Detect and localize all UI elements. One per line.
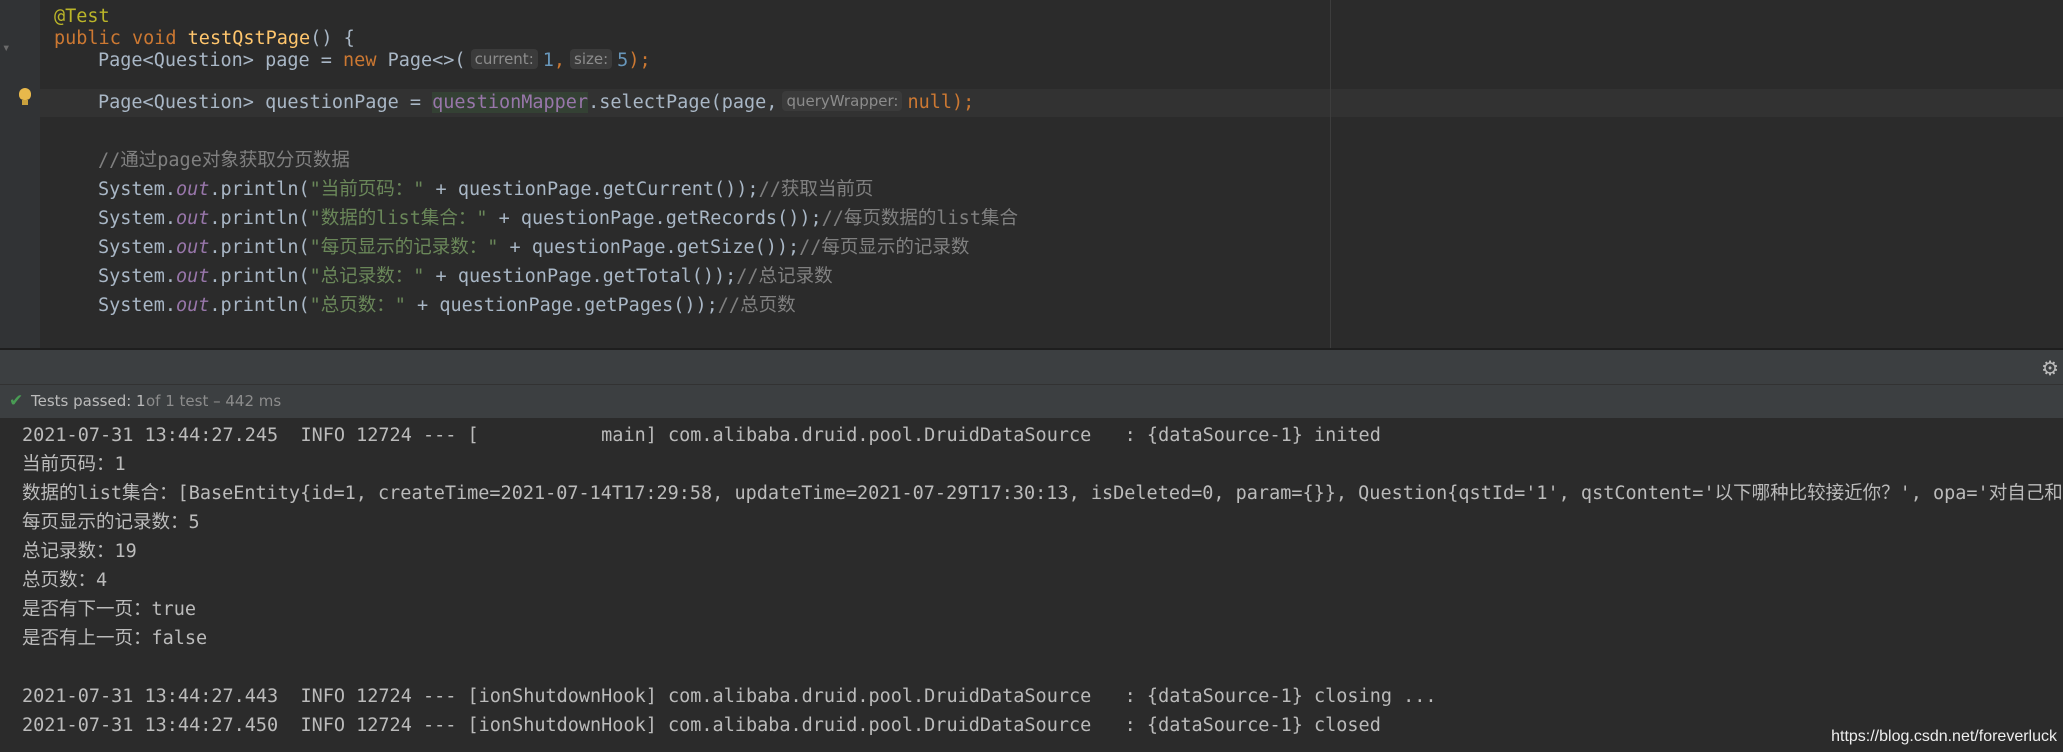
code-comment: //获取当前页	[758, 179, 874, 200]
code-text: .println(	[209, 295, 310, 316]
console-line: 总记录数：19	[22, 541, 137, 562]
code-text: + questionPage.getPages());	[405, 295, 718, 316]
field-out: out	[175, 237, 210, 258]
print-line: System.out.println("数据的list集合：" + questi…	[98, 205, 1018, 233]
run-panel-toolbar: ⚙	[0, 350, 2063, 385]
string-literal: "每页显示的记录数："	[309, 237, 499, 258]
code-text: Page<Question> questionPage =	[98, 92, 433, 113]
code-text: + questionPage.getTotal());	[424, 266, 737, 287]
method-suffix: () {	[310, 28, 355, 49]
print-line: System.out.println("每页显示的记录数：" + questio…	[98, 234, 969, 262]
field-out: out	[175, 208, 210, 229]
method-name: testQstPage	[187, 28, 311, 49]
code-comment: //每页显示的记录数	[799, 237, 970, 258]
console-line: 当前页码：1	[22, 454, 126, 475]
tests-passed-detail: of 1 test – 442 ms	[146, 392, 282, 410]
number-literal: 1	[542, 50, 554, 71]
field-out: out	[175, 266, 210, 287]
gear-icon[interactable]: ⚙	[2041, 356, 2059, 380]
code-text: Page<>(	[376, 50, 466, 71]
code-text: .println(	[209, 237, 310, 258]
console-line: 是否有上一页：false	[22, 628, 208, 649]
keyword-public: public	[54, 28, 121, 49]
code-text: + questionPage.getRecords());	[487, 208, 822, 229]
string-literal: "当前页码："	[309, 179, 425, 200]
code-text: System.	[98, 237, 176, 258]
code-text: .println(	[209, 179, 310, 200]
editor-gutter[interactable]: ▾	[0, 0, 40, 348]
string-literal: "总记录数："	[309, 266, 425, 287]
console-line: 2021-07-31 13:44:27.443 INFO 12724 --- […	[22, 686, 1437, 707]
test-status-bar: ✔ Tests passed: 1 of 1 test – 442 ms	[0, 385, 2063, 419]
code-text: System.	[98, 179, 176, 200]
code-comment: //总页数	[717, 295, 796, 316]
string-literal: "总页数："	[309, 295, 406, 316]
string-literal: "数据的list集合："	[309, 208, 488, 229]
console-line: 2021-07-31 13:44:27.450 INFO 12724 --- […	[22, 715, 1381, 736]
keyword-new: new	[343, 50, 377, 71]
code-comment: //通过page对象获取分页数据	[98, 150, 350, 171]
code-text: .selectPage(page,	[588, 92, 778, 113]
console-line: 总页数：4	[22, 570, 108, 591]
code-text: System.	[98, 208, 176, 229]
print-line: System.out.println("总记录数：" + questionPag…	[98, 263, 833, 291]
console-output[interactable]: 2021-07-31 13:44:27.245 INFO 12724 --- […	[0, 419, 2063, 752]
fold-marker-icon[interactable]: ▾	[2, 40, 10, 56]
code-text: );	[952, 92, 975, 113]
console-line: 每页显示的记录数：5	[22, 512, 200, 533]
code-text: System.	[98, 266, 176, 287]
code-editor[interactable]: ▾ @Test public void testQstPage() { Page…	[0, 0, 2063, 348]
check-icon: ✔	[9, 391, 24, 411]
keyword-void: void	[131, 28, 177, 49]
code-text: .println(	[209, 208, 310, 229]
console-line: 是否有下一页：true	[22, 599, 197, 620]
code-text: + questionPage.getCurrent());	[424, 179, 759, 200]
code-text: System.	[98, 295, 176, 316]
console-line: 数据的list集合：[BaseEntity{id=1, createTime=2…	[22, 483, 2063, 504]
console-line: 2021-07-31 13:44:27.245 INFO 12724 --- […	[22, 425, 1381, 446]
number-literal: 5	[617, 50, 629, 71]
lightbulb-icon[interactable]	[19, 88, 31, 105]
code-text: Page<Question> page =	[98, 50, 344, 71]
code-text: + questionPage.getSize());	[498, 237, 800, 258]
code-line-3: Page<Question> page = new Page<>(current…	[98, 47, 651, 75]
tests-passed-label: Tests passed: 1	[31, 392, 146, 410]
code-text: );	[628, 50, 651, 71]
watermark: https://blog.csdn.net/foreverluck	[1831, 728, 2057, 745]
code-comment: //总记录数	[736, 266, 833, 287]
keyword-null: null	[907, 92, 953, 113]
param-hint-query: queryWrapper:	[782, 91, 903, 111]
field-out: out	[175, 179, 210, 200]
print-line: System.out.println("总页数：" + questionPage…	[98, 292, 796, 320]
comma: ,	[553, 50, 566, 71]
param-hint-size: size:	[570, 49, 613, 69]
field-out: out	[175, 295, 210, 316]
print-line: System.out.println("当前页码：" + questionPag…	[98, 176, 873, 204]
param-hint-current: current:	[470, 49, 538, 69]
code-comment: //每页数据的list集合	[821, 208, 1018, 229]
right-margin-guide	[1330, 0, 1331, 348]
annotation: @Test	[54, 6, 110, 27]
code-line-4: Page<Question> questionPage = questionMa…	[98, 89, 974, 117]
mapper-field[interactable]: questionMapper	[432, 92, 589, 113]
code-text: .println(	[209, 266, 310, 287]
